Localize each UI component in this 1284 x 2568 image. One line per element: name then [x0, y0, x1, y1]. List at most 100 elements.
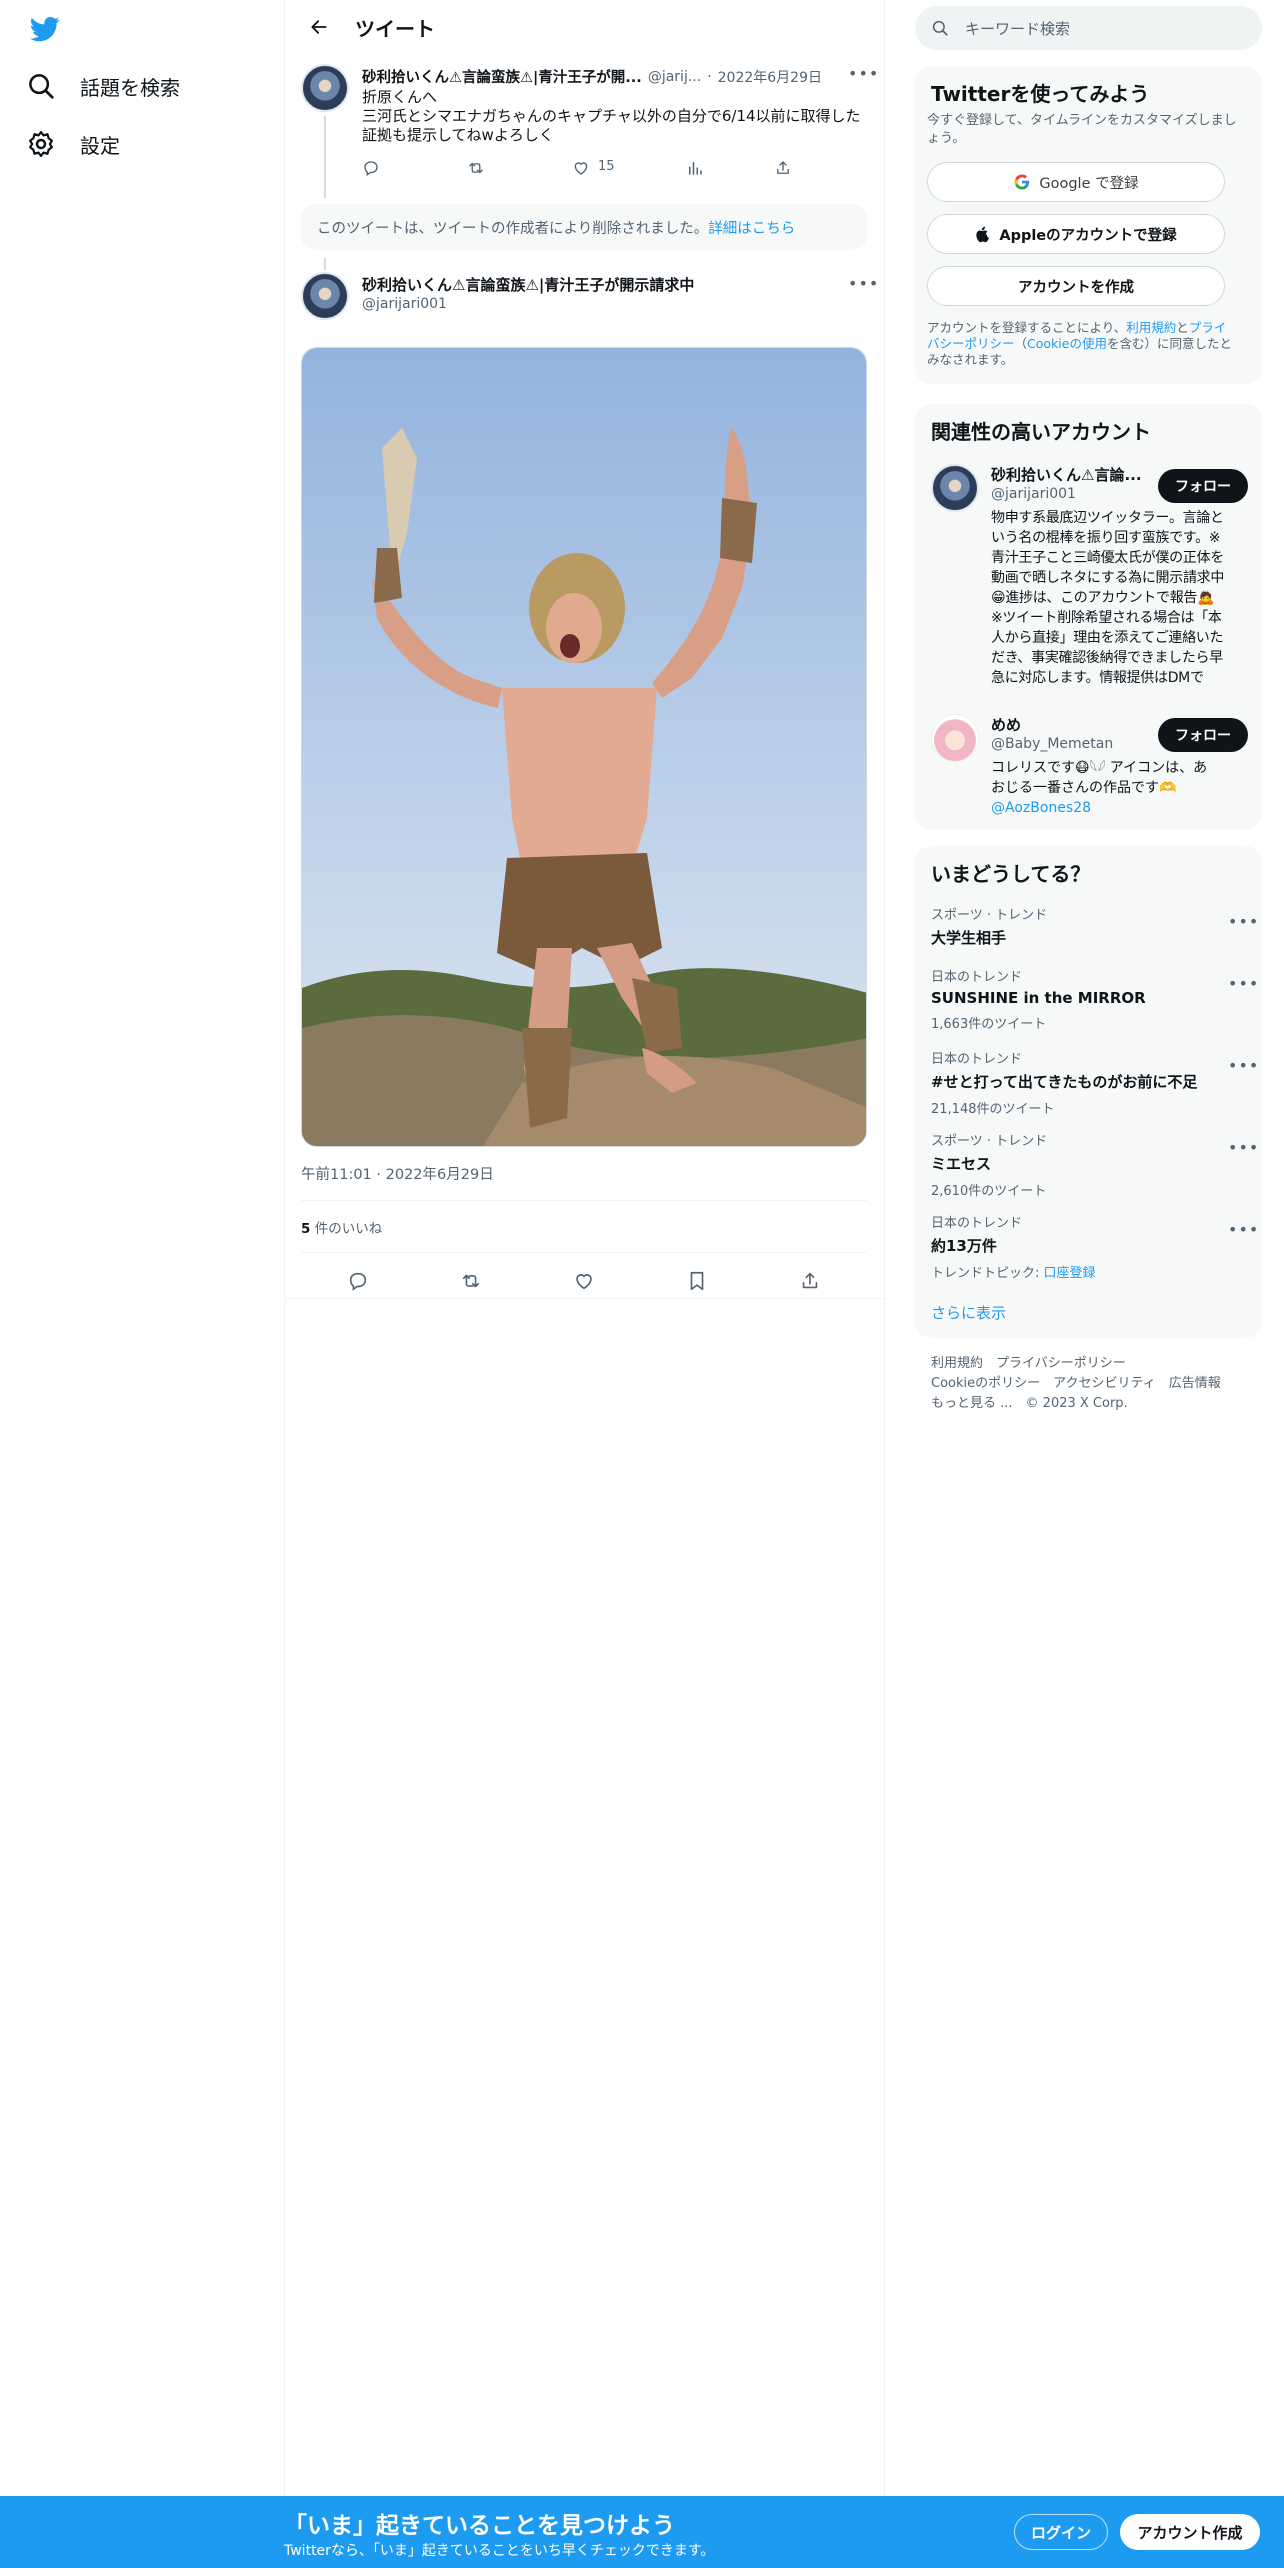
more-icon[interactable]: ••• [848, 64, 879, 83]
bio-line: 青汁王子こと三崎優太氏が僕の正体を [991, 550, 1224, 566]
footer-cookie-link[interactable]: Cookieのポリシー [931, 1376, 1040, 1391]
apple-signup-label: Appleのアカウントで登録 [999, 227, 1177, 244]
follow-button[interactable]: フォロー [1158, 718, 1248, 752]
mention-link[interactable]: @AozBones28 [991, 798, 1253, 818]
nav-settings[interactable]: 設定 [26, 120, 120, 168]
login-button[interactable]: ログイン [1014, 2514, 1108, 2550]
signup-legal: アカウントを登録することにより、利用規約とプライ バシーポリシー（Cookieの… [927, 320, 1252, 368]
bio-line: 人から直接」理由を添えてご連絡いた [991, 630, 1224, 646]
more-icon[interactable]: ••• [1228, 1220, 1259, 1239]
follow-button[interactable]: フォロー [1158, 469, 1248, 503]
share-icon[interactable] [799, 1270, 821, 1292]
account-handle[interactable]: @Baby_Memetan [991, 736, 1113, 752]
terms-link[interactable]: 利用規約 [1126, 320, 1176, 335]
like-icon[interactable] [573, 1270, 595, 1292]
trend-count: 1,663件のツイート [931, 1017, 1047, 1032]
search-placeholder: キーワード検索 [965, 19, 1071, 38]
page-title: ツイート [355, 16, 435, 41]
signup-button[interactable]: アカウント作成 [1120, 2514, 1260, 2550]
tweet-header: ツイート [285, 0, 885, 54]
parent-tweet-actions: 15 [362, 158, 792, 178]
account-name[interactable]: めめ [991, 714, 1021, 735]
apple-icon [976, 226, 990, 243]
bottom-headline: 「いま」起きていることを見つけよう [284, 2513, 675, 2539]
tweet-photo[interactable] [301, 347, 867, 1147]
nav-explore[interactable]: 話題を検索 [26, 62, 180, 110]
account-name[interactable]: 砂利拾いくん⚠言論... [991, 464, 1151, 485]
bottom-subtext: Twitterなら、「いま」起きていることをいち早くチェックできます。 [284, 2543, 715, 2559]
tweet-timestamp[interactable]: 午前11:01 · 2022年6月29日 [301, 1163, 494, 1184]
back-arrow-icon [311, 20, 327, 34]
tweet-date[interactable]: 2022年6月29日 [718, 67, 822, 87]
footer-ads-link[interactable]: 広告情報 [1169, 1376, 1221, 1391]
trends-card: いまどうしてる？ スポーツ · トレンド 大学生相手 ••• 日本のトレンド S… [915, 846, 1262, 1338]
trend-item[interactable]: スポーツ · トレンド ミエセス 2,610件のツイート [931, 1130, 1251, 1199]
search-icon [29, 74, 54, 99]
footer-more-link[interactable]: もっと見る ... [931, 1396, 1013, 1411]
like-icon[interactable] [572, 159, 590, 177]
trend-count: 21,148件のツイート [931, 1102, 1055, 1117]
avatar[interactable] [931, 714, 979, 762]
related-accounts-card: 関連性の高いアカウント 砂利拾いくん⚠言論... @jarijari001 フォ… [915, 404, 1262, 830]
avatar[interactable] [931, 464, 979, 512]
trend-item[interactable]: 日本のトレンド SUNSHINE in the MIRROR 1,663件のツイ… [931, 966, 1251, 1032]
account-handle[interactable]: @jarijari001 [991, 486, 1076, 502]
author-name[interactable]: 砂利拾いくん⚠言論蛮族⚠|青汁王子が開... [362, 66, 642, 87]
more-icon[interactable]: ••• [848, 274, 879, 293]
deleted-notice-text: このツイートは、ツイートの作成者により削除されました。 [317, 220, 709, 237]
tweet-text-line: 三河氏とシマエナガちゃんのキャプチャ以外の自分で6/14以前に取得した [362, 107, 861, 125]
trend-name: 約13万件 [931, 1237, 997, 1255]
privacy-link[interactable]: プライ [1189, 320, 1227, 335]
legal-text: を含む）に同意したと [1106, 336, 1232, 351]
avatar[interactable] [301, 64, 349, 112]
show-more-link[interactable]: さらに表示 [931, 1302, 1006, 1323]
nav-settings-label: 設定 [80, 133, 120, 158]
back-button[interactable] [299, 7, 339, 47]
retweet-icon[interactable] [460, 1270, 482, 1292]
legal-text: みなされます。 [927, 352, 1014, 367]
learn-more-link[interactable]: 詳細はこちら [708, 217, 795, 238]
more-icon[interactable]: ••• [1228, 912, 1259, 931]
divider [301, 1252, 867, 1253]
create-account-button[interactable]: アカウントを作成 [927, 266, 1225, 306]
author-name[interactable]: 砂利拾いくん⚠言論蛮族⚠|青汁王子が開示請求中 [362, 274, 802, 295]
bio-line: おじる一番さんの作品です🫶 [991, 780, 1177, 796]
avatar[interactable] [301, 272, 349, 320]
twitter-bird-icon[interactable] [28, 14, 62, 44]
trend-item[interactable]: 日本のトレンド #せと打って出てきたものがお前に不足 21,148件のツイート [931, 1048, 1251, 1117]
divider [285, 1298, 885, 1299]
trend-topic-label: トレンドトピック: [931, 1266, 1040, 1281]
footer-accessibility-link[interactable]: アクセシビリティ [1053, 1376, 1156, 1391]
bio-line: 動画で晒しネタにする為に開示請求中 [991, 570, 1225, 586]
tweet-time: 午前11:01 [301, 1167, 372, 1183]
footer-privacy-link[interactable]: プライバシーポリシー [996, 1356, 1126, 1371]
retweet-icon[interactable] [467, 159, 485, 177]
author-handle[interactable]: @jarijari001 [362, 296, 447, 312]
tweet-photo-image [302, 348, 866, 1146]
trend-item[interactable]: 日本のトレンド 約13万件 トレンドトピック: 口座登録 [931, 1212, 1251, 1281]
google-signup-label: Google で登録 [1039, 175, 1139, 192]
thread-line [324, 116, 326, 198]
reply-icon[interactable] [347, 1270, 369, 1292]
google-signup-button[interactable]: Google で登録 [927, 162, 1225, 202]
more-icon[interactable]: ••• [1228, 974, 1259, 993]
privacy-link[interactable]: バシーポリシー [927, 336, 1015, 351]
bio-line: だき、事実確認後納得できましたら早 [991, 650, 1223, 666]
cookie-link[interactable]: Cookieの使用 [1027, 336, 1107, 351]
reply-icon[interactable] [362, 159, 380, 177]
trend-topic-link[interactable]: 口座登録 [1044, 1266, 1096, 1281]
author-handle[interactable]: @jarij... [648, 69, 701, 85]
apple-signup-button[interactable]: Appleのアカウントで登録 [927, 214, 1225, 254]
footer-terms-link[interactable]: 利用規約 [931, 1356, 983, 1371]
more-icon[interactable]: ••• [1228, 1138, 1259, 1157]
more-icon[interactable]: ••• [1228, 1056, 1259, 1075]
views-icon[interactable] [686, 159, 704, 177]
likes-summary[interactable]: 5 件のいいね [301, 1217, 382, 1237]
legal-text: と [1176, 320, 1189, 335]
share-icon[interactable] [774, 159, 792, 177]
trend-name: 大学生相手 [931, 929, 1007, 947]
trend-item[interactable]: スポーツ · トレンド 大学生相手 [931, 904, 1251, 948]
trend-name: ミエセス [931, 1155, 992, 1173]
bookmark-icon[interactable] [686, 1270, 708, 1292]
search-bar[interactable]: キーワード検索 [915, 6, 1262, 50]
